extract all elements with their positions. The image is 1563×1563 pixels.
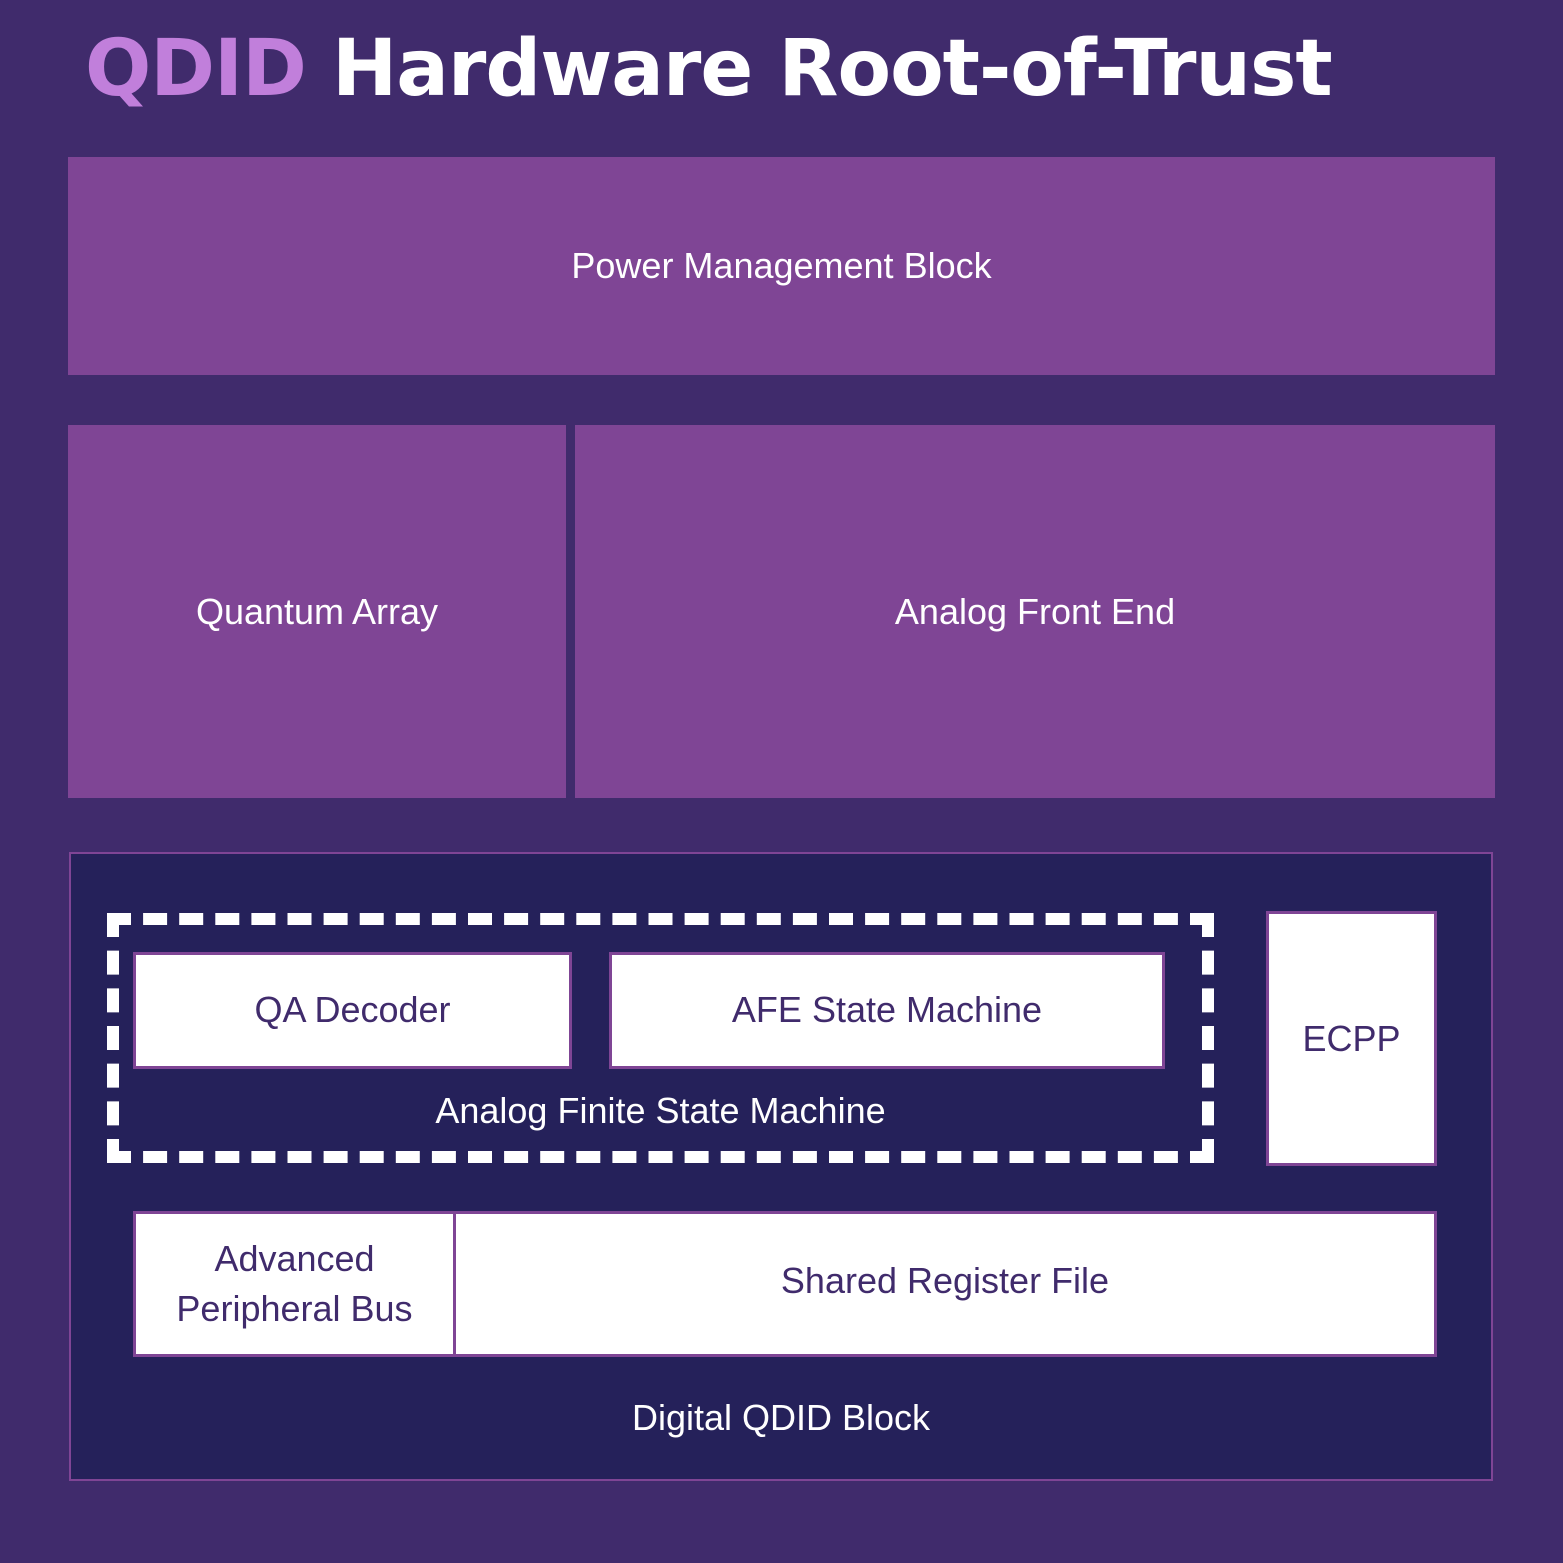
diagram-title: QDID Hardware Root-of-Trust	[85, 30, 1333, 108]
power-management-block: Power Management Block	[68, 157, 1495, 375]
ecpp-block: ECPP	[1266, 911, 1437, 1166]
afe-state-machine-label: AFE State Machine	[731, 989, 1043, 1031]
qa-decoder-label: QA Decoder	[254, 989, 451, 1031]
qa-decoder-block: QA Decoder	[133, 952, 572, 1069]
analog-front-end-block: Analog Front End	[575, 425, 1495, 798]
quantum-array-label: Quantum Array	[195, 590, 439, 632]
quantum-array-block: Quantum Array	[68, 425, 566, 798]
title-accent: QDID	[85, 24, 307, 114]
shared-register-file-block: Shared Register File	[453, 1211, 1437, 1357]
analog-front-end-label: Analog Front End	[894, 590, 1176, 632]
afe-state-machine-block: AFE State Machine	[609, 952, 1165, 1069]
digital-qdid-label: Digital QDID Block	[631, 1397, 931, 1438]
power-management-label: Power Management Block	[571, 245, 992, 286]
ecpp-label: ECPP	[1302, 1018, 1401, 1059]
title-rest: Hardware Root-of-Trust	[331, 24, 1333, 114]
shared-register-file-label: Shared Register File	[780, 1259, 1110, 1301]
advanced-peripheral-bus-block: Advanced Peripheral Bus	[133, 1211, 456, 1357]
analog-fsm-label: Analog Finite State Machine	[435, 1090, 886, 1131]
advanced-peripheral-bus-label: Advanced Peripheral Bus	[176, 1237, 413, 1329]
